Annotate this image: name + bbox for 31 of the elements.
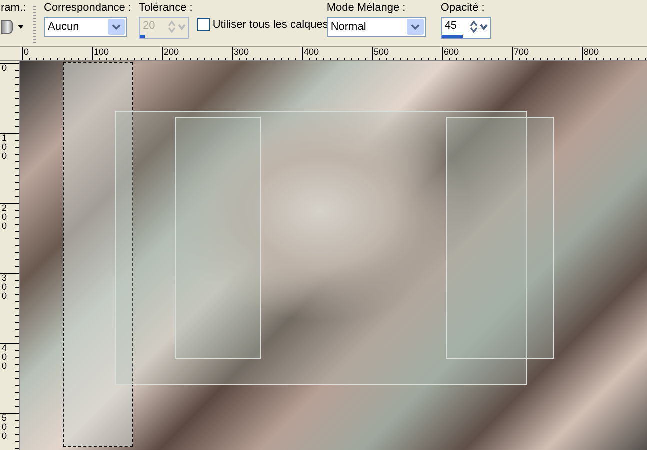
- toolbar-grip[interactable]: [33, 6, 36, 44]
- dropdown-caret-icon[interactable]: [18, 25, 24, 29]
- checkbox[interactable]: [196, 18, 210, 31]
- toolbar-label: ram.:: [1, 2, 28, 15]
- ruler-label: 500: [2, 414, 7, 441]
- field-label: Correspondance :: [44, 2, 132, 15]
- field-label: Tolérance :: [139, 2, 193, 15]
- dropdown-field[interactable]: Aucun: [44, 17, 127, 37]
- checkbox-label[interactable]: Utiliser tous les calques: [212, 18, 328, 30]
- field-label: Opacité :: [440, 2, 486, 15]
- ruler-label: 200: [2, 204, 7, 231]
- field-label: Mode Mélange :: [326, 2, 407, 15]
- ruler-label: 0: [2, 64, 7, 73]
- ruler-label: 400: [2, 344, 7, 371]
- spin-arrows-icon[interactable]: [468, 20, 490, 34]
- ruler-label: 100: [94, 47, 110, 57]
- ruler-label: 400: [304, 47, 320, 57]
- ruler-label: 300: [2, 274, 7, 301]
- ruler-label: 600: [444, 47, 460, 57]
- ruler-label: 500: [374, 47, 390, 57]
- ruler-label: 800: [584, 47, 600, 57]
- chevron-down-icon: [112, 24, 121, 30]
- ruler-label: 300: [234, 47, 250, 57]
- ruler-label: 200: [164, 47, 180, 57]
- chevron-down-icon: [410, 24, 420, 30]
- ruler-label: 700: [514, 47, 530, 57]
- ruler-label: 0: [24, 47, 30, 57]
- dropdown-field[interactable]: Normal: [326, 17, 426, 37]
- ruler-label: 100: [2, 134, 7, 161]
- spin-field[interactable]: 45: [440, 17, 491, 39]
- cylinder-icon[interactable]: [1, 20, 13, 34]
